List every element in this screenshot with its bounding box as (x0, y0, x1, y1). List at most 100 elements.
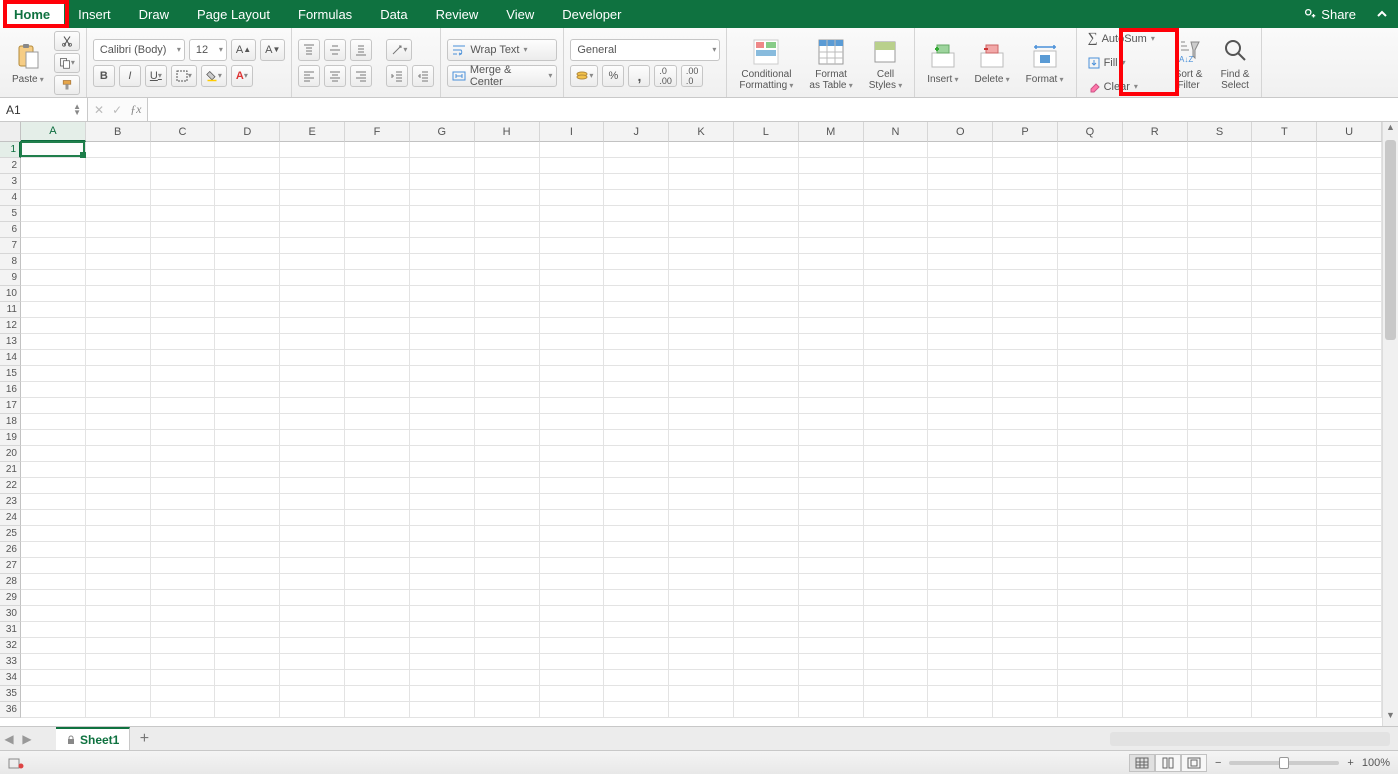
scroll-down-arrow[interactable]: ▼ (1383, 710, 1398, 726)
row-header[interactable]: 5 (0, 206, 21, 222)
row-header[interactable]: 27 (0, 558, 21, 574)
ribbon-tab-developer[interactable]: Developer (548, 0, 635, 28)
decrease-indent-button[interactable] (386, 65, 408, 87)
collapse-ribbon-button[interactable] (1366, 0, 1398, 28)
comma-format-button[interactable]: , (628, 65, 650, 87)
record-macro-icon[interactable] (8, 756, 24, 770)
column-header[interactable]: L (734, 122, 799, 142)
insert-function-button[interactable]: ƒx (130, 102, 141, 117)
align-top-button[interactable] (298, 39, 320, 61)
underline-button[interactable]: U (145, 65, 167, 87)
sheet-nav-next[interactable]: ▶ (18, 732, 36, 746)
italic-button[interactable]: I (119, 65, 141, 87)
column-header[interactable]: J (604, 122, 669, 142)
ribbon-tab-formulas[interactable]: Formulas (284, 0, 366, 28)
conditional-formatting-button[interactable]: Conditional Formatting (733, 33, 799, 93)
formula-input[interactable] (148, 98, 1398, 121)
column-header[interactable]: A (21, 122, 86, 142)
align-bottom-button[interactable] (350, 39, 372, 61)
row-header[interactable]: 34 (0, 670, 21, 686)
borders-button[interactable] (171, 65, 197, 87)
row-header[interactable]: 35 (0, 686, 21, 702)
clear-button[interactable]: Clear (1083, 76, 1163, 98)
column-header[interactable]: R (1123, 122, 1188, 142)
column-header[interactable]: C (151, 122, 216, 142)
format-painter-button[interactable] (54, 75, 80, 95)
column-header[interactable]: S (1188, 122, 1253, 142)
vertical-scrollbar[interactable]: ▲ ▼ (1382, 122, 1398, 726)
row-header[interactable]: 15 (0, 366, 21, 382)
column-header[interactable]: H (475, 122, 540, 142)
column-header[interactable]: G (410, 122, 475, 142)
fill-button[interactable]: Fill (1083, 52, 1163, 74)
align-middle-button[interactable] (324, 39, 346, 61)
zoom-out-button[interactable]: − (1215, 757, 1221, 769)
column-header[interactable]: I (540, 122, 605, 142)
row-header[interactable]: 14 (0, 350, 21, 366)
orientation-button[interactable] (386, 39, 412, 61)
row-header[interactable]: 4 (0, 190, 21, 206)
find-select-button[interactable]: Find & Select (1215, 33, 1256, 93)
share-button[interactable]: Share (1293, 0, 1366, 28)
row-header[interactable]: 23 (0, 494, 21, 510)
row-header[interactable]: 18 (0, 414, 21, 430)
name-box[interactable]: A1 ▲▼ (0, 98, 88, 121)
ribbon-tab-draw[interactable]: Draw (125, 0, 183, 28)
increase-indent-button[interactable] (412, 65, 434, 87)
sort-filter-button[interactable]: A↓Z Sort & Filter (1169, 33, 1209, 93)
column-header[interactable]: M (799, 122, 864, 142)
row-header[interactable]: 32 (0, 638, 21, 654)
column-header[interactable]: B (86, 122, 151, 142)
cell-styles-button[interactable]: Cell Styles (863, 33, 908, 93)
row-header[interactable]: 9 (0, 270, 21, 286)
page-layout-view-button[interactable] (1155, 754, 1181, 772)
row-header[interactable]: 13 (0, 334, 21, 350)
autosum-button[interactable]: ∑ AutoSum (1083, 28, 1163, 50)
row-header[interactable]: 1 (0, 142, 21, 158)
number-format-combo[interactable]: General (570, 39, 720, 61)
align-left-button[interactable] (298, 65, 320, 87)
column-header[interactable]: U (1317, 122, 1382, 142)
vscroll-thumb[interactable] (1385, 140, 1396, 340)
row-header[interactable]: 2 (0, 158, 21, 174)
increase-decimal-button[interactable]: .0.00 (654, 65, 677, 87)
enter-formula-button[interactable]: ✓ (112, 103, 122, 117)
column-header[interactable]: P (993, 122, 1058, 142)
row-header[interactable]: 36 (0, 702, 21, 718)
column-header[interactable]: Q (1058, 122, 1123, 142)
normal-view-button[interactable] (1129, 754, 1155, 772)
decrease-decimal-button[interactable]: .00.0 (681, 65, 704, 87)
decrease-font-button[interactable]: A▼ (260, 39, 285, 61)
scroll-up-arrow[interactable]: ▲ (1383, 122, 1398, 138)
row-header[interactable]: 19 (0, 430, 21, 446)
zoom-in-button[interactable]: + (1347, 757, 1353, 769)
row-header[interactable]: 8 (0, 254, 21, 270)
row-header[interactable]: 24 (0, 510, 21, 526)
row-header[interactable]: 22 (0, 478, 21, 494)
ribbon-tab-data[interactable]: Data (366, 0, 421, 28)
horizontal-scrollbar[interactable] (1110, 732, 1390, 746)
sheet-tab-active[interactable]: Sheet1 (56, 727, 130, 750)
row-header[interactable]: 26 (0, 542, 21, 558)
column-header[interactable]: E (280, 122, 345, 142)
cancel-formula-button[interactable]: ✕ (94, 103, 104, 117)
row-header[interactable]: 33 (0, 654, 21, 670)
ribbon-tab-insert[interactable]: Insert (64, 0, 125, 28)
cells[interactable] (21, 142, 1382, 726)
row-header[interactable]: 25 (0, 526, 21, 542)
row-header[interactable]: 31 (0, 622, 21, 638)
column-header[interactable]: T (1252, 122, 1317, 142)
format-as-table-button[interactable]: Format as Table (803, 33, 858, 93)
add-sheet-button[interactable]: + (130, 730, 158, 748)
column-header[interactable]: D (215, 122, 280, 142)
row-header[interactable]: 3 (0, 174, 21, 190)
row-header[interactable]: 29 (0, 590, 21, 606)
font-size-combo[interactable]: 12 (189, 39, 227, 61)
row-header[interactable]: 30 (0, 606, 21, 622)
ribbon-tab-page-layout[interactable]: Page Layout (183, 0, 284, 28)
column-header[interactable]: F (345, 122, 410, 142)
percent-format-button[interactable]: % (602, 65, 624, 87)
row-header[interactable]: 21 (0, 462, 21, 478)
align-center-button[interactable] (324, 65, 346, 87)
page-break-view-button[interactable] (1181, 754, 1207, 772)
